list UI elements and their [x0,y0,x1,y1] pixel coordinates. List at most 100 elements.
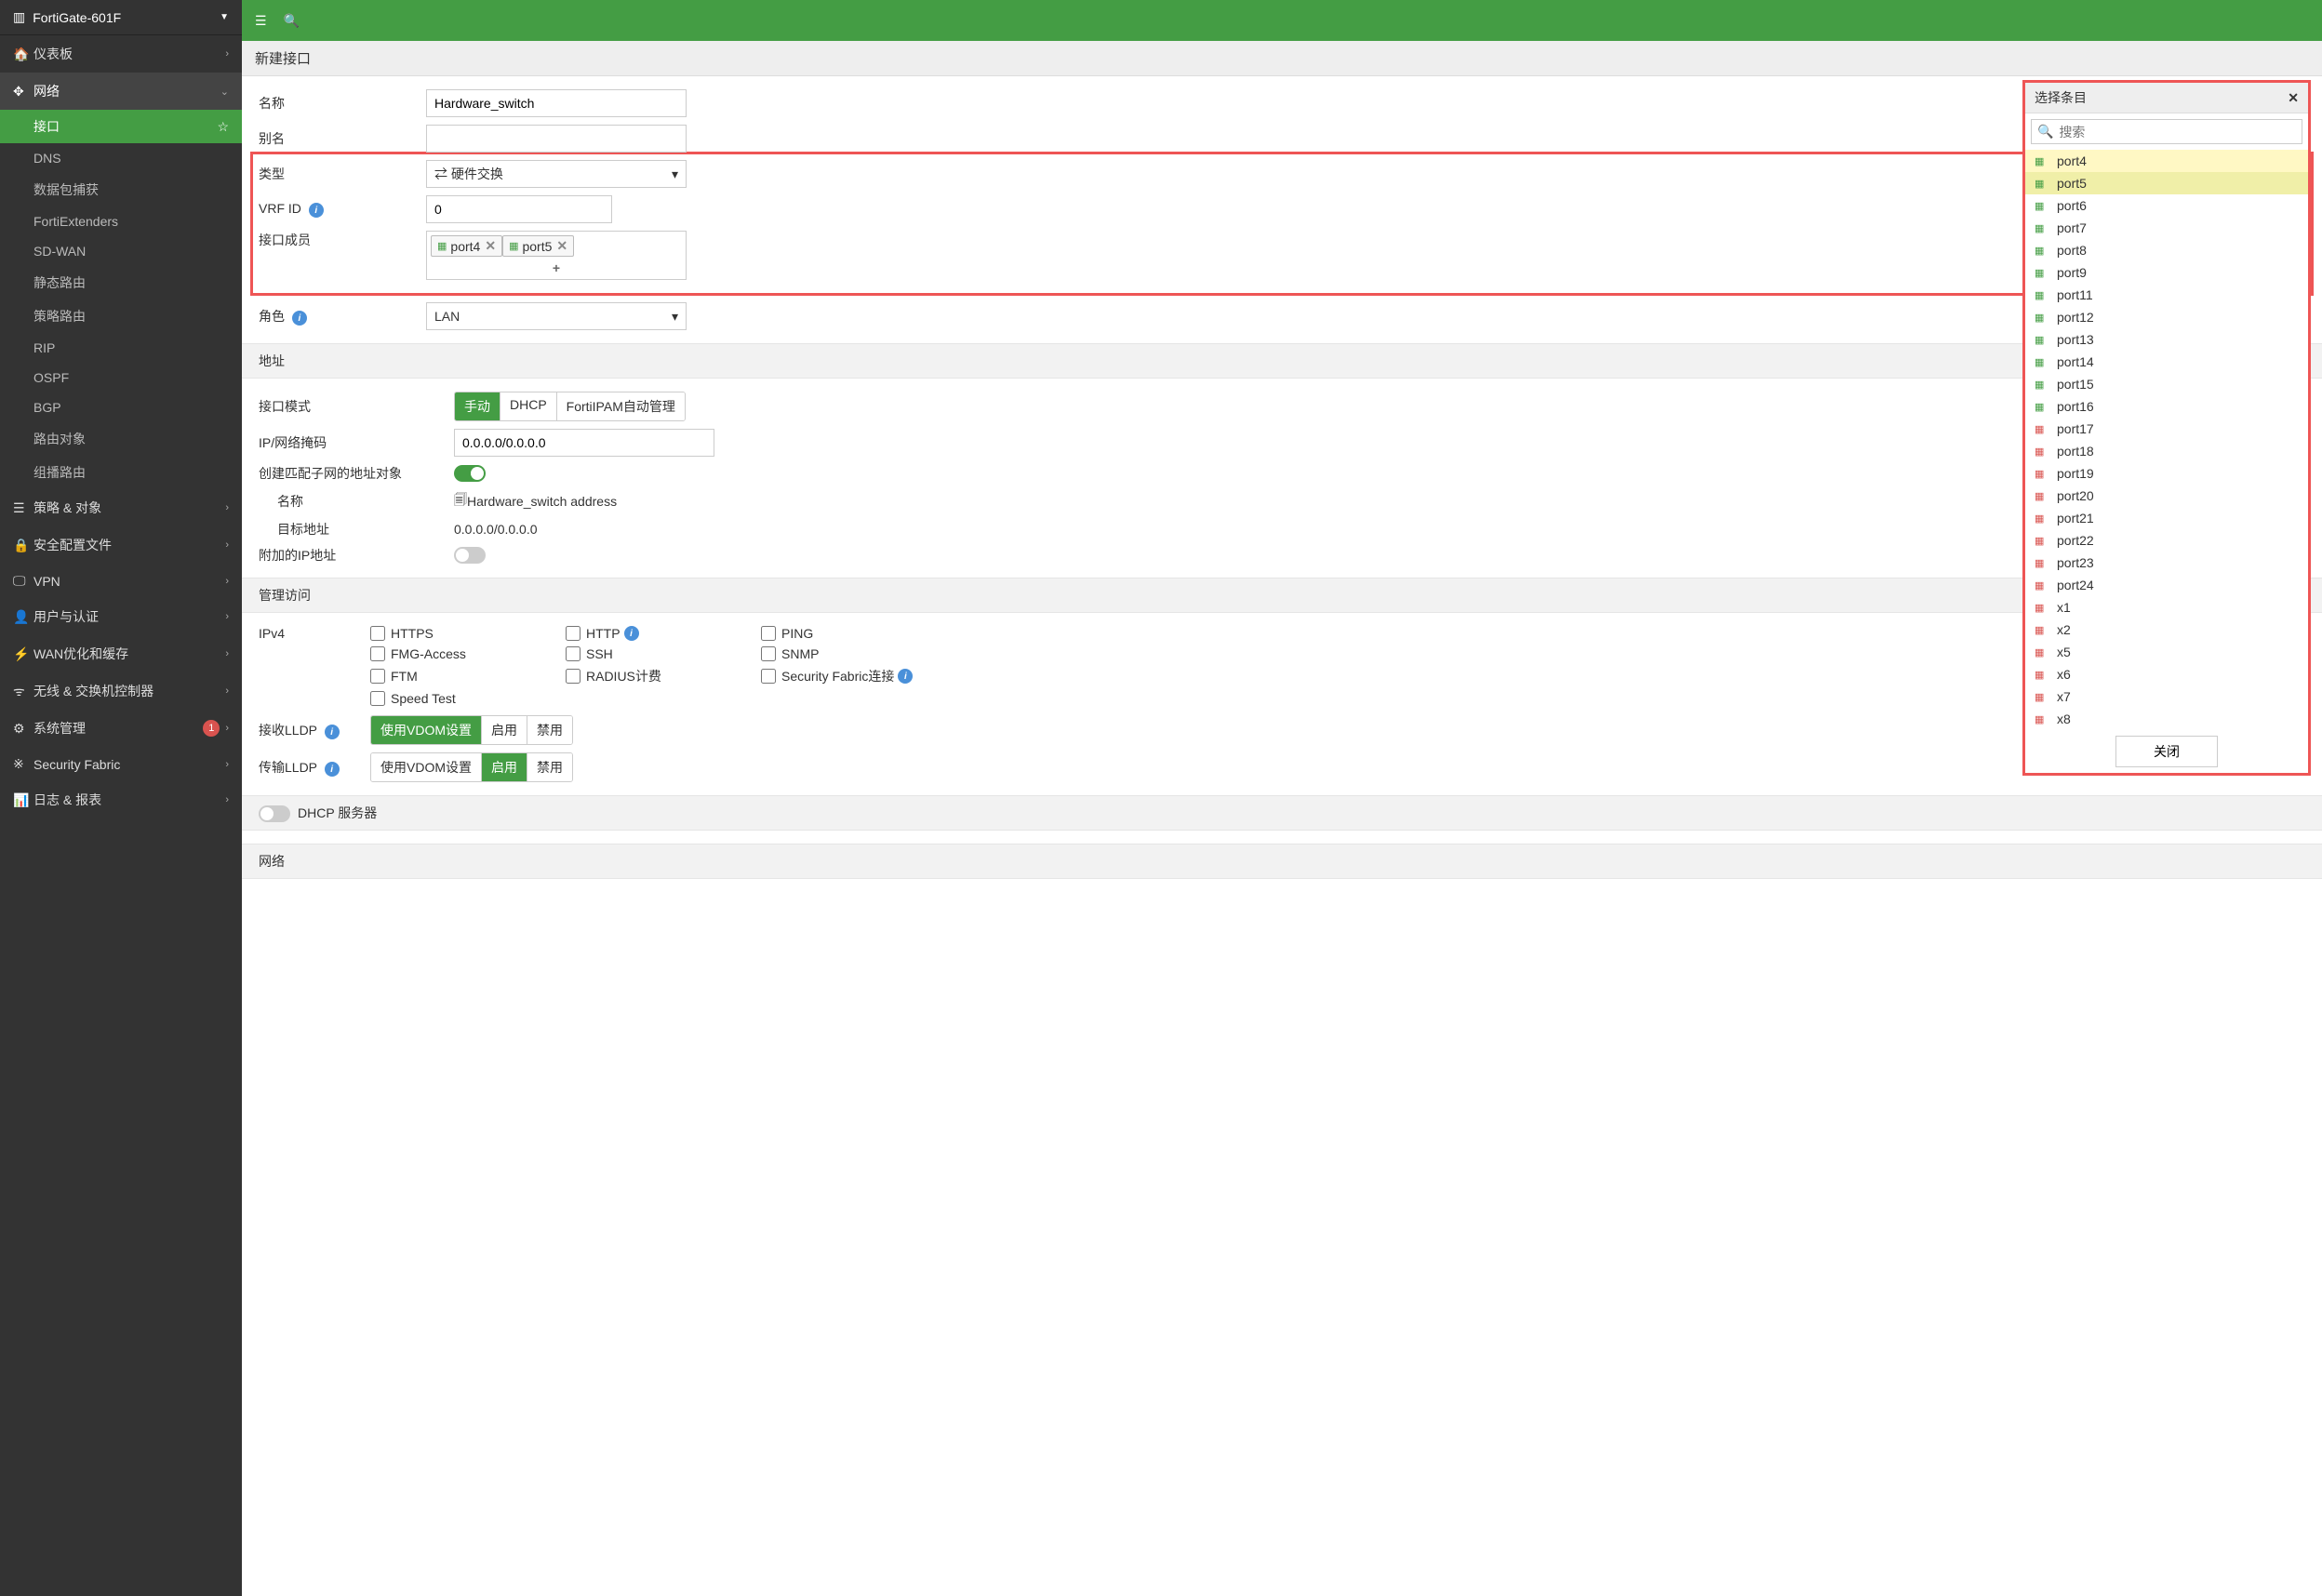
panel-item-x2[interactable]: ▦x2 [2025,618,2308,641]
members-chips[interactable]: ▦port4✕▦port5✕ + [426,231,687,280]
panel-search[interactable]: 🔍 [2031,119,2302,144]
sidebar-item-OSPF[interactable]: OSPF [0,363,242,392]
sidebar-item-路由对象[interactable]: 路由对象 [0,422,242,456]
panel-close-button[interactable]: 关闭 [2115,736,2218,767]
panel-item-port7[interactable]: ▦port7 [2025,217,2308,239]
panel-item-port22[interactable]: ▦port22 [2025,529,2308,552]
section-dhcp: DHCP 服务器 [242,795,2322,831]
sidebar-item-RIP[interactable]: RIP [0,333,242,363]
panel-item-x8[interactable]: ▦x8 [2025,708,2308,730]
ifmode-dhcp[interactable]: DHCP [500,392,557,420]
nav-network[interactable]: ✥网络⌄ [0,73,242,110]
ifmode-manual[interactable]: 手动 [455,392,500,420]
checkbox-http[interactable]: HTTP i [566,626,757,641]
checkbox-security-fabric连接[interactable]: Security Fabric连接 i [761,667,953,685]
nav-vpn[interactable]: 🖵VPN› [0,564,242,598]
panel-item-x5[interactable]: ▦x5 [2025,641,2308,663]
chip-port5[interactable]: ▦port5✕ [502,235,574,257]
toggle-dhcp-server[interactable] [259,805,290,822]
nav-log[interactable]: 📊日志 & 报表› [0,781,242,818]
panel-item-x6[interactable]: ▦x6 [2025,663,2308,685]
panel-search-input[interactable] [2059,125,2296,140]
info-icon[interactable]: i [325,762,340,777]
sidebar-item-FortiExtenders[interactable]: FortiExtenders [0,206,242,236]
input-ipmask[interactable] [454,429,714,457]
info-icon[interactable]: i [309,203,324,218]
info-icon[interactable]: i [624,626,639,641]
tx-lldp-enable[interactable]: 启用 [482,753,527,781]
panel-item-port17[interactable]: ▦port17 [2025,418,2308,440]
panel-item-port16[interactable]: ▦port16 [2025,395,2308,418]
panel-item-port9[interactable]: ▦port9 [2025,261,2308,284]
ifmode-fortiipam[interactable]: FortiIPAM自动管理 [557,392,685,420]
panel-item-port23[interactable]: ▦port23 [2025,552,2308,574]
nav-dashboard[interactable]: 🏠仪表板› [0,35,242,73]
menu-icon[interactable]: ☰ [255,13,267,29]
add-member-button[interactable]: + [431,260,682,275]
panel-item-port14[interactable]: ▦port14 [2025,351,2308,373]
info-icon[interactable]: i [898,669,913,684]
nav-user[interactable]: 👤用户与认证› [0,598,242,635]
checkbox-speed-test[interactable]: Speed Test [370,691,562,706]
rx-lldp-group: 使用VDOM设置 启用 禁用 [370,715,573,745]
toggle-extra-ip[interactable] [454,547,486,564]
chip-port4[interactable]: ▦port4✕ [431,235,502,257]
panel-item-port5[interactable]: ▦port5 [2025,172,2308,194]
panel-item-port21[interactable]: ▦port21 [2025,507,2308,529]
panel-item-port19[interactable]: ▦port19 [2025,462,2308,485]
checkbox-ftm[interactable]: FTM [370,667,562,685]
panel-item-port13[interactable]: ▦port13 [2025,328,2308,351]
sidebar-item-数据包捕获[interactable]: 数据包捕获 [0,173,242,206]
nav-security[interactable]: 🔒安全配置文件› [0,526,242,564]
nav-wireless[interactable]: ᯤ无线 & 交换机控制器› [0,672,242,710]
checkbox-radius计费[interactable]: RADIUS计费 [566,667,757,685]
panel-item-port18[interactable]: ▦port18 [2025,440,2308,462]
tx-lldp-vdom[interactable]: 使用VDOM设置 [371,753,482,781]
rx-lldp-disable[interactable]: 禁用 [527,716,572,744]
checkbox-ping[interactable]: PING [761,626,953,641]
input-name[interactable] [426,89,687,117]
checkbox-fmg-access[interactable]: FMG-Access [370,646,562,661]
input-alias[interactable] [426,125,687,153]
sidebar-item-SD-WAN[interactable]: SD-WAN [0,236,242,266]
panel-item-port8[interactable]: ▦port8 [2025,239,2308,261]
search-icon[interactable]: 🔍 [284,13,300,29]
checkbox-snmp[interactable]: SNMP [761,646,953,661]
tachometer-icon: 🏠 [13,47,33,62]
remove-icon[interactable]: ✕ [485,238,496,254]
sidebar-item-BGP[interactable]: BGP [0,392,242,422]
checkbox-ssh[interactable]: SSH [566,646,757,661]
panel-item-port15[interactable]: ▦port15 [2025,373,2308,395]
rx-lldp-enable[interactable]: 启用 [482,716,527,744]
sidebar-item-组播路由[interactable]: 组播路由 [0,456,242,489]
select-type[interactable]: ⇄ 硬件交换▾ [426,160,687,188]
panel-item-port24[interactable]: ▦port24 [2025,574,2308,596]
input-vrf[interactable] [426,195,612,223]
remove-icon[interactable]: ✕ [556,238,567,254]
info-icon[interactable]: i [325,725,340,739]
nav-wanopt[interactable]: ⚡WAN优化和缓存› [0,635,242,672]
star-icon[interactable]: ☆ [217,119,229,135]
panel-item-port11[interactable]: ▦port11 [2025,284,2308,306]
toggle-create-addr-obj[interactable] [454,465,486,482]
sidebar-item-静态路由[interactable]: 静态路由 [0,266,242,299]
rx-lldp-vdom[interactable]: 使用VDOM设置 [371,716,482,744]
panel-item-x7[interactable]: ▦x7 [2025,685,2308,708]
panel-item-port12[interactable]: ▦port12 [2025,306,2308,328]
close-icon[interactable]: ✕ [2288,90,2299,106]
info-icon[interactable]: i [292,311,307,326]
nav-policy[interactable]: ☰策略 & 对象› [0,489,242,526]
device-selector[interactable]: ▥ FortiGate-601F ▼ [0,0,242,35]
panel-item-port20[interactable]: ▦port20 [2025,485,2308,507]
nav-system[interactable]: ⚙系统管理1› [0,710,242,747]
panel-item-port6[interactable]: ▦port6 [2025,194,2308,217]
sidebar-item-接口[interactable]: 接口☆ [0,110,242,143]
nav-fabric[interactable]: ※Security Fabric› [0,747,242,781]
panel-item-x1[interactable]: ▦x1 [2025,596,2308,618]
sidebar-item-DNS[interactable]: DNS [0,143,242,173]
panel-item-port4[interactable]: ▦port4 [2025,150,2308,172]
select-role[interactable]: LAN▾ [426,302,687,330]
checkbox-https[interactable]: HTTPS [370,626,562,641]
sidebar-item-策略路由[interactable]: 策略路由 [0,299,242,333]
tx-lldp-disable[interactable]: 禁用 [527,753,572,781]
